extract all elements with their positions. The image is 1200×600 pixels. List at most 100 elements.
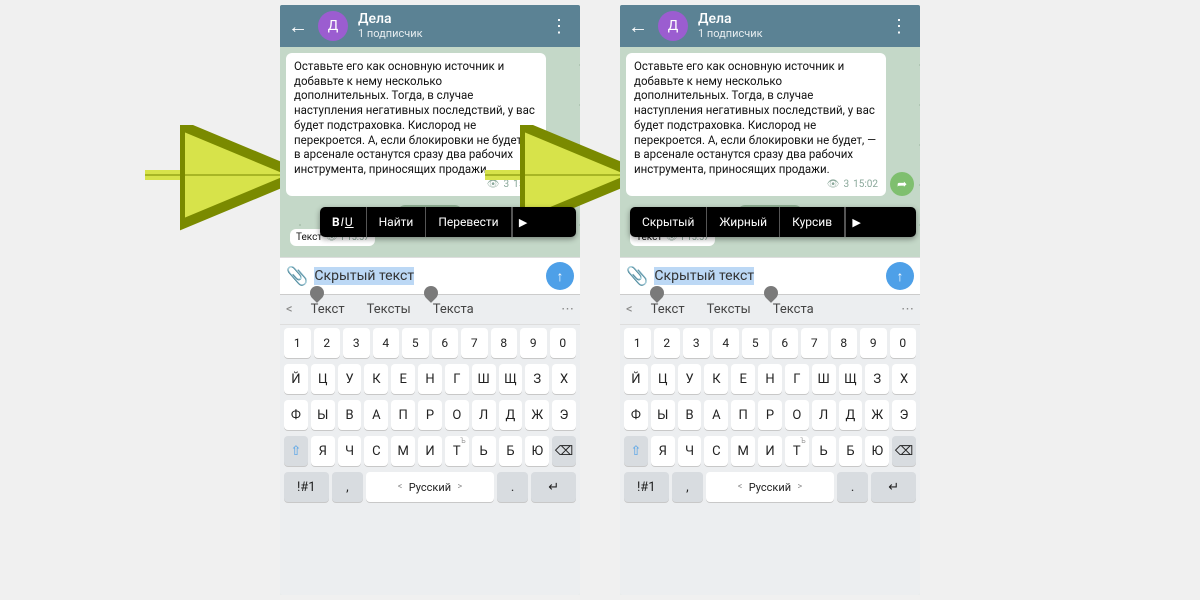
backspace-key[interactable]: ⌫ — [892, 436, 916, 466]
key-8[interactable]: 8 — [491, 328, 518, 358]
symbols-key[interactable]: !#1 — [624, 472, 669, 502]
space-key[interactable]: < Русский > — [366, 472, 493, 502]
send-button[interactable]: ↑ — [886, 262, 914, 290]
key-Ж[interactable]: Ж — [865, 400, 889, 430]
suggestion-3[interactable]: Текста — [429, 302, 478, 317]
enter-key[interactable]: ↵ — [531, 472, 576, 502]
format-spoiler-button[interactable]: Скрытый — [630, 207, 707, 237]
key-7[interactable]: 7 — [801, 328, 828, 358]
attach-icon[interactable]: 📎 — [626, 266, 648, 287]
key-6[interactable]: 6 — [772, 328, 799, 358]
shift-key[interactable]: ⇧ — [624, 436, 648, 466]
key-Ч[interactable]: Ч — [338, 436, 362, 466]
key-Д[interactable]: Д — [499, 400, 523, 430]
suggest-more-icon[interactable]: ⋯ — [901, 302, 914, 317]
message-input[interactable]: Скрытый текст — [314, 268, 540, 284]
key-Ь[interactable]: Ь — [812, 436, 836, 466]
share-button[interactable]: ➦ — [550, 172, 574, 196]
key-3[interactable]: 3 — [343, 328, 370, 358]
key-1[interactable]: 1 — [624, 328, 651, 358]
key-Б[interactable]: Б — [499, 436, 523, 466]
back-icon[interactable]: ← — [288, 14, 308, 39]
key-4[interactable]: 4 — [713, 328, 740, 358]
format-biu-button[interactable]: BIU — [320, 207, 367, 237]
key-Л[interactable]: Л — [812, 400, 836, 430]
suggestion-1[interactable]: Текст — [307, 302, 349, 317]
translate-button[interactable]: Перевести — [426, 207, 511, 237]
key-Я[interactable]: Я — [651, 436, 675, 466]
key-Г[interactable]: Г — [785, 364, 809, 394]
period-key[interactable]: . — [837, 472, 869, 502]
format-bold-button[interactable]: Жирный — [707, 207, 780, 237]
key-Ь[interactable]: Ь — [472, 436, 496, 466]
key-Н[interactable]: Н — [758, 364, 782, 394]
backspace-key[interactable]: ⌫ — [552, 436, 576, 466]
key-Л[interactable]: Л — [472, 400, 496, 430]
more-icon[interactable]: ⋮ — [546, 16, 572, 37]
more-icon[interactable]: ⋮ — [886, 16, 912, 37]
key-Э[interactable]: Э — [552, 400, 576, 430]
context-more-icon[interactable]: ▶ — [512, 207, 534, 237]
comma-key[interactable]: , — [332, 472, 364, 502]
key-А[interactable]: А — [364, 400, 388, 430]
period-key[interactable]: . — [497, 472, 529, 502]
share-button[interactable]: ➦ — [890, 172, 914, 196]
messages-area[interactable]: Оставьте его как основную источник и доб… — [280, 47, 580, 257]
key-В[interactable]: В — [678, 400, 702, 430]
key-Р[interactable]: Р — [418, 400, 442, 430]
key-Е[interactable]: Е — [391, 364, 415, 394]
key-3[interactable]: 3 — [683, 328, 710, 358]
key-Ж[interactable]: Ж — [525, 400, 549, 430]
key-Ш[interactable]: Ш — [812, 364, 836, 394]
message-input[interactable]: Скрытый текст — [654, 268, 880, 284]
key-М[interactable]: М — [391, 436, 415, 466]
key-Ц[interactable]: Ц — [311, 364, 335, 394]
key-Ф[interactable]: Ф — [284, 400, 308, 430]
key-П[interactable]: П — [391, 400, 415, 430]
avatar[interactable]: Д — [658, 11, 688, 41]
comma-key[interactable]: , — [672, 472, 704, 502]
key-Ю[interactable]: Ю — [525, 436, 549, 466]
key-7[interactable]: 7 — [461, 328, 488, 358]
back-icon[interactable]: ← — [628, 14, 648, 39]
key-Х[interactable]: Х — [892, 364, 916, 394]
key-Э[interactable]: Э — [892, 400, 916, 430]
key-Й[interactable]: Й — [624, 364, 648, 394]
symbols-key[interactable]: !#1 — [284, 472, 329, 502]
key-У[interactable]: У — [678, 364, 702, 394]
key-М[interactable]: М — [731, 436, 755, 466]
key-У[interactable]: У — [338, 364, 362, 394]
suggest-more-icon[interactable]: ⋯ — [561, 302, 574, 317]
key-Д[interactable]: Д — [839, 400, 863, 430]
key-0[interactable]: 0 — [550, 328, 577, 358]
key-Е[interactable]: Е — [731, 364, 755, 394]
suggestion-2[interactable]: Тексты — [363, 302, 415, 317]
send-button[interactable]: ↑ — [546, 262, 574, 290]
key-Щ[interactable]: Щ — [839, 364, 863, 394]
key-Щ[interactable]: Щ — [499, 364, 523, 394]
key-П[interactable]: П — [731, 400, 755, 430]
space-key[interactable]: < Русский > — [706, 472, 833, 502]
find-button[interactable]: Найти — [367, 207, 427, 237]
key-З[interactable]: З — [525, 364, 549, 394]
key-К[interactable]: К — [364, 364, 388, 394]
suggest-prev-icon[interactable]: < — [626, 302, 633, 317]
key-Т[interactable]: ТЪ — [445, 436, 469, 466]
context-more-icon[interactable]: ▶ — [845, 207, 867, 237]
key-О[interactable]: О — [785, 400, 809, 430]
key-9[interactable]: 9 — [520, 328, 547, 358]
key-С[interactable]: С — [364, 436, 388, 466]
messages-area[interactable]: Оставьте его как основную источник и доб… — [620, 47, 920, 257]
key-З[interactable]: З — [865, 364, 889, 394]
key-2[interactable]: 2 — [654, 328, 681, 358]
key-Ц[interactable]: Ц — [651, 364, 675, 394]
key-Ю[interactable]: Ю — [865, 436, 889, 466]
message-bubble[interactable]: Оставьте его как основную источник и доб… — [626, 53, 886, 196]
key-8[interactable]: 8 — [831, 328, 858, 358]
key-И[interactable]: И — [418, 436, 442, 466]
suggest-prev-icon[interactable]: < — [286, 302, 293, 317]
format-italic-button[interactable]: Курсив — [780, 207, 845, 237]
key-С[interactable]: С — [704, 436, 728, 466]
suggestion-1[interactable]: Текст — [647, 302, 689, 317]
key-2[interactable]: 2 — [314, 328, 341, 358]
